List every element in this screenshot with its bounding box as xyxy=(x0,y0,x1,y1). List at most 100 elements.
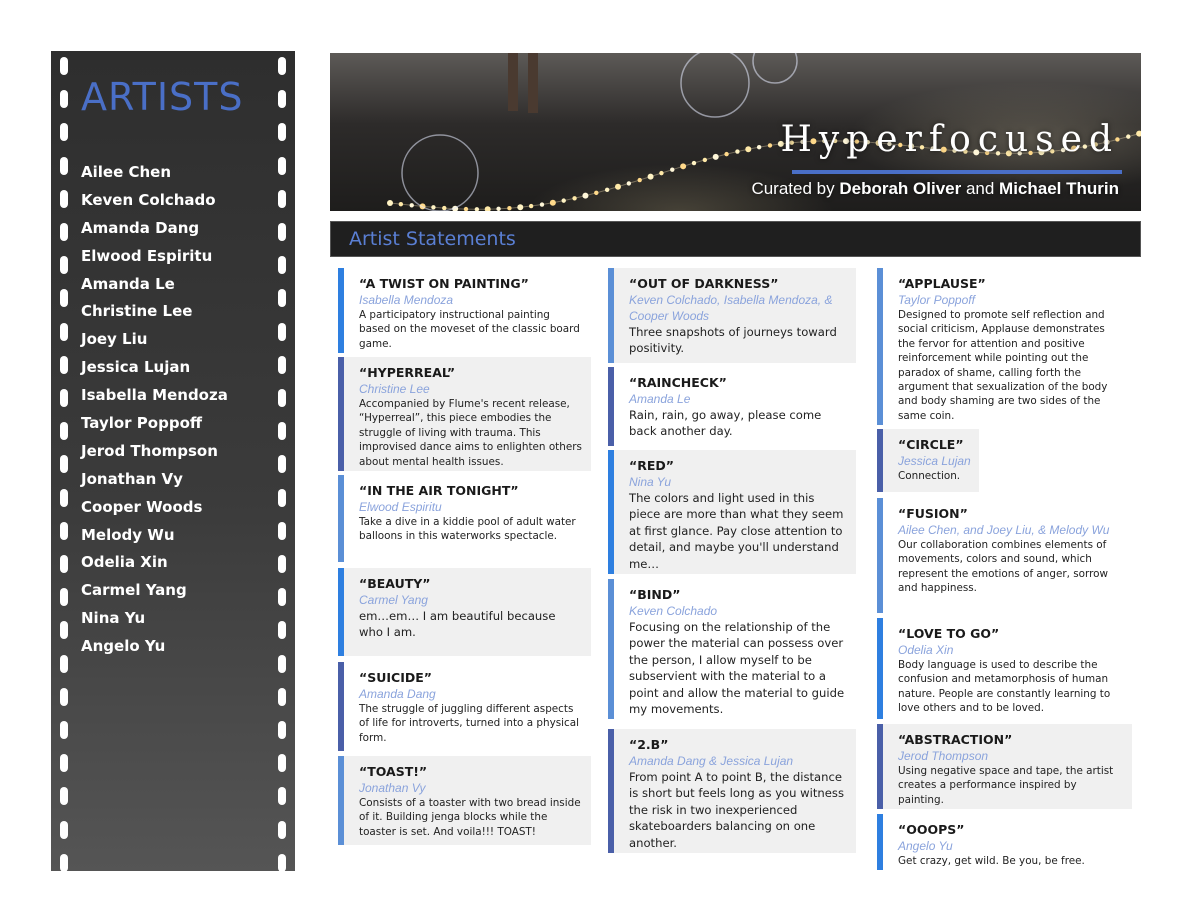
film-perforation xyxy=(278,355,286,374)
card-accent-bar xyxy=(338,662,344,751)
film-perforation xyxy=(60,588,68,607)
statement-artist: Taylor Poppoff xyxy=(898,293,975,307)
artist-name: Keven Colchado xyxy=(81,190,216,209)
artist-name: Angelo Yu xyxy=(81,637,166,656)
light-bulb xyxy=(767,143,773,148)
artists-heading: ARTISTS xyxy=(81,75,244,119)
statement-title: “SUICIDE” xyxy=(359,670,432,685)
statement-title: “ABSTRACTION” xyxy=(898,732,1013,747)
statement-card: “TOAST!” Jonathan Vy Consists of a toast… xyxy=(338,756,591,845)
statement-description: Designed to promote self reflection and … xyxy=(898,309,1108,422)
artists-film-strip: ARTISTS Ailee Chen Keven Colchado Amanda… xyxy=(51,51,295,872)
card-accent-bar xyxy=(608,579,614,719)
film-perforation xyxy=(278,123,286,142)
artist-name: Nina Yu xyxy=(81,609,146,628)
statement-description: The colors and light used in this piece … xyxy=(629,491,844,571)
statement-artist: Ailee Chen, and Joey Liu, & Melody Wu xyxy=(898,523,1110,537)
statement-artist: Amanda Le xyxy=(629,392,691,406)
film-perforation xyxy=(278,90,286,109)
statement-title: “OOOPS” xyxy=(898,822,965,837)
statement-description: Our collaboration combines elements of m… xyxy=(898,539,1108,595)
light-bulb xyxy=(745,146,752,153)
film-perforation xyxy=(60,355,68,374)
statement-artist: Angelo Yu xyxy=(898,839,953,853)
statement-description: Using negative space and tape, the artis… xyxy=(898,765,1114,806)
artist-name: Isabella Mendoza xyxy=(81,386,228,405)
card-accent-bar xyxy=(877,814,883,870)
card-accent-bar xyxy=(608,729,614,853)
statement-title: “FUSION” xyxy=(898,506,968,521)
artist-name: Cooper Woods xyxy=(81,497,203,516)
light-bulb xyxy=(561,198,566,203)
light-bulb xyxy=(582,192,589,199)
light-bulb xyxy=(702,157,708,163)
light-bulb xyxy=(724,151,729,157)
artist-name: Melody Wu xyxy=(81,525,175,544)
light-bulb xyxy=(572,196,577,201)
film-perforation xyxy=(60,223,68,241)
statement-artist: Amanda Dang & Jessica Lujan xyxy=(629,754,794,768)
artist-name: Amanda Le xyxy=(81,274,175,293)
film-perforation xyxy=(60,422,68,441)
light-bulb xyxy=(756,144,762,150)
light-bulb xyxy=(517,204,524,211)
light-bulb xyxy=(735,149,740,154)
balloon-left xyxy=(401,134,479,211)
statement-artist: Jessica Lujan xyxy=(898,454,971,468)
statement-description: Body language is used to describe the co… xyxy=(898,659,1111,715)
statement-card: “IN THE AIR TONIGHT” Elwood Espiritu Tak… xyxy=(338,475,591,562)
curator-name: Michael Thurin xyxy=(999,179,1119,198)
artist-list: Ailee Chen Keven Colchado Amanda Dang El… xyxy=(81,159,228,661)
card-accent-bar xyxy=(877,429,883,492)
dancer-legs xyxy=(508,53,538,113)
film-perforation xyxy=(60,787,68,806)
film-perforation xyxy=(278,223,286,241)
film-perforation xyxy=(278,455,286,474)
film-perforation xyxy=(60,389,68,407)
film-perforation xyxy=(278,488,286,507)
card-accent-bar xyxy=(338,568,344,656)
artist-name: Amanda Dang xyxy=(81,218,200,237)
statement-card: “RAINCHECK” Amanda Le Rain, rain, go awa… xyxy=(608,367,856,446)
film-perforation xyxy=(60,721,68,739)
statement-artist: Carmel Yang xyxy=(359,593,428,607)
statement-description: Accompanied by Flume's recent release, “… xyxy=(359,398,582,468)
light-bulb xyxy=(442,205,447,211)
statement-title: “2.B” xyxy=(629,737,669,752)
light-bulb xyxy=(539,202,545,207)
statement-description: The struggle of juggling different aspec… xyxy=(359,703,579,744)
film-perforation xyxy=(278,754,286,773)
light-bulb xyxy=(496,206,501,211)
statement-title: “A TWIST ON PAINTING” xyxy=(359,276,529,291)
film-perforation xyxy=(278,555,286,573)
statement-description: Connection. xyxy=(898,470,961,482)
statement-artist: Christine Lee xyxy=(359,382,430,396)
film-perforation xyxy=(60,189,68,208)
statement-description: From point A to point B, the distance is… xyxy=(629,770,844,850)
curator-name: Deborah Oliver xyxy=(839,179,962,198)
light-bulb xyxy=(549,199,556,206)
statement-card: “BEAUTY” Carmel Yang em…em… I am beautif… xyxy=(338,568,591,656)
statement-title: “HYPERREAL” xyxy=(359,365,456,380)
film-perforation xyxy=(60,687,68,706)
artist-name: Joey Liu xyxy=(81,330,148,349)
statement-artist: Odelia Xin xyxy=(898,643,954,657)
card-accent-bar xyxy=(338,756,344,845)
artist-name: Jonathan Vy xyxy=(81,469,183,488)
film-perforation xyxy=(60,57,68,75)
film-perforation xyxy=(60,123,68,142)
card-accent-bar xyxy=(608,367,614,446)
light-bulb xyxy=(637,177,642,183)
light-bulb xyxy=(528,203,534,209)
film-perforation xyxy=(278,156,286,175)
film-perforation xyxy=(278,256,286,275)
film-perforation xyxy=(278,820,286,839)
statement-card: “FUSION” Ailee Chen, and Joey Liu, & Mel… xyxy=(877,498,1132,613)
film-perforation xyxy=(278,521,286,540)
card-accent-bar xyxy=(877,268,883,425)
film-perforation xyxy=(60,820,68,839)
film-perforation xyxy=(60,455,68,474)
balloon-top-right xyxy=(752,53,798,84)
artist-name: Christine Lee xyxy=(81,302,193,321)
film-perforation xyxy=(60,654,68,673)
